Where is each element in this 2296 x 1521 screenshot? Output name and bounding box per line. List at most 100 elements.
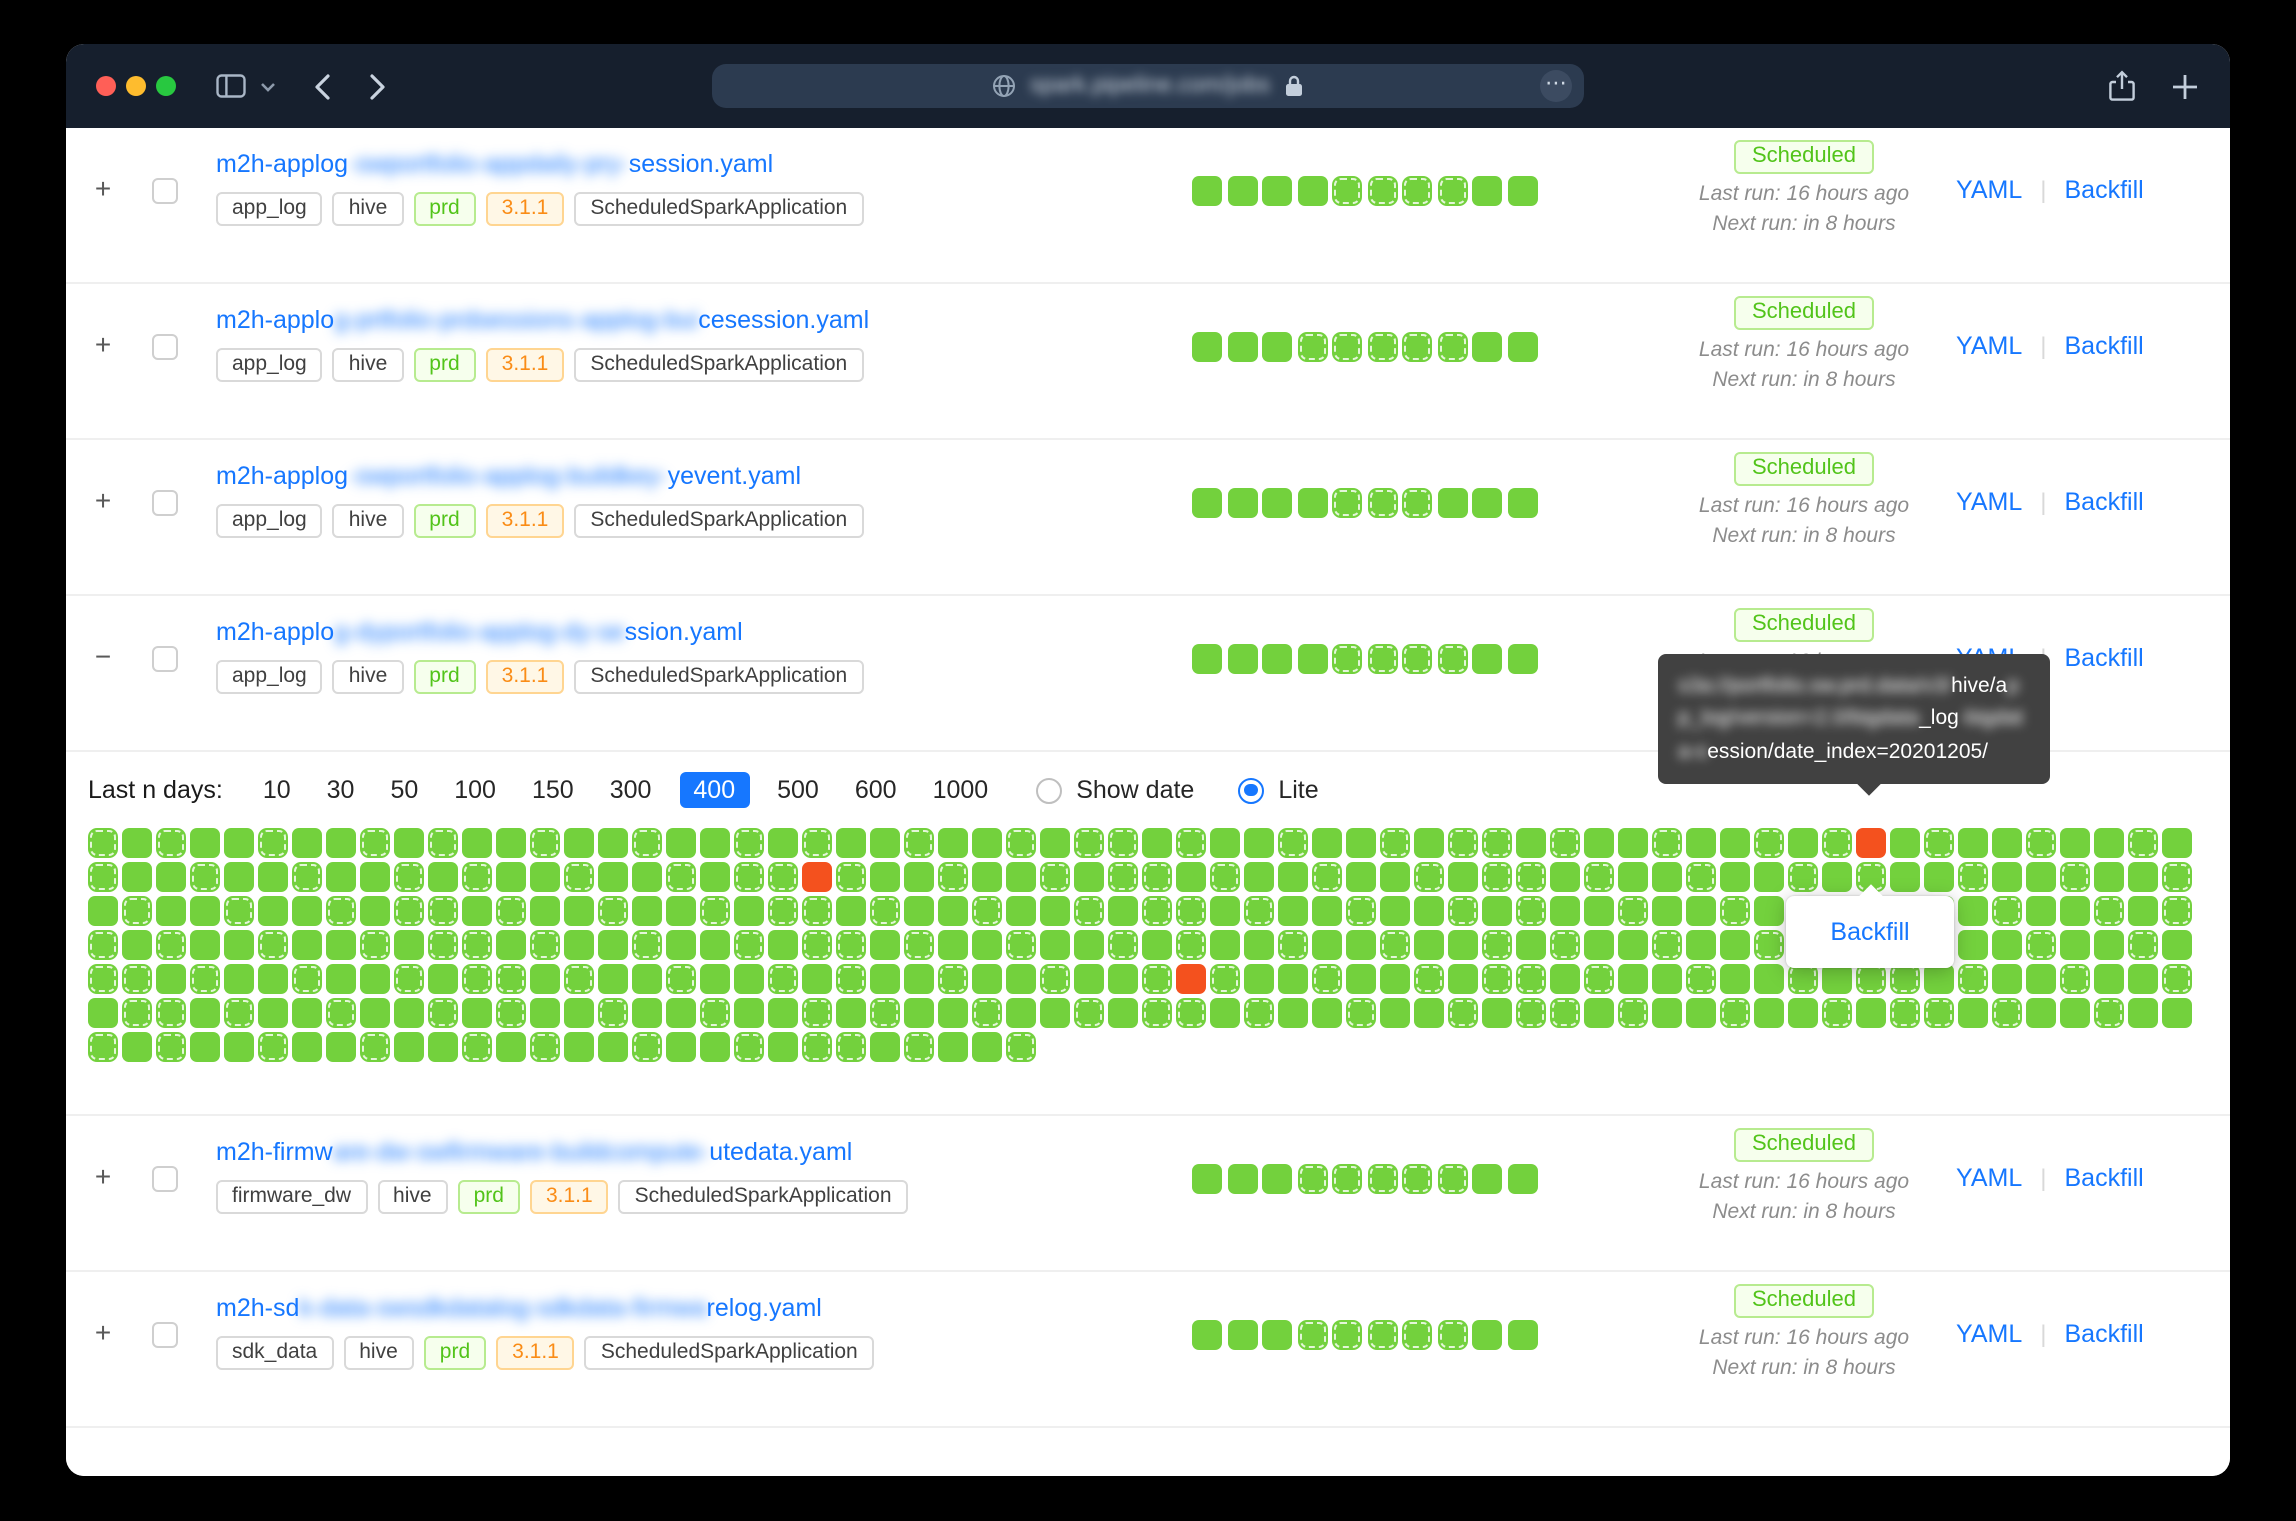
day-cell[interactable]	[2094, 862, 2124, 892]
day-cell[interactable]	[1312, 896, 1342, 926]
day-cell[interactable]	[530, 964, 560, 994]
day-cell[interactable]	[666, 862, 696, 892]
days-option-400[interactable]: 400	[679, 772, 749, 808]
day-cell[interactable]	[1244, 896, 1274, 926]
day-cell[interactable]	[1380, 896, 1410, 926]
status-square[interactable]	[1192, 488, 1222, 518]
day-cell[interactable]	[258, 862, 288, 892]
day-cell[interactable]	[1346, 896, 1376, 926]
day-cell[interactable]	[360, 828, 390, 858]
day-cell[interactable]	[1822, 998, 1852, 1028]
day-cell[interactable]	[1720, 862, 1750, 892]
status-square[interactable]	[1367, 176, 1397, 206]
day-cell[interactable]	[360, 896, 390, 926]
day-cell[interactable]	[88, 930, 118, 960]
day-cell[interactable]	[1958, 930, 1988, 960]
day-cell[interactable]	[1924, 964, 1954, 994]
day-cell[interactable]	[1618, 896, 1648, 926]
day-cell[interactable]	[394, 862, 424, 892]
day-cell[interactable]	[190, 862, 220, 892]
day-cell[interactable]	[2162, 862, 2192, 892]
day-cell[interactable]	[836, 896, 866, 926]
day-cell[interactable]	[292, 964, 322, 994]
day-cell[interactable]	[870, 862, 900, 892]
day-cell[interactable]	[870, 998, 900, 1028]
day-cell[interactable]	[836, 1032, 866, 1062]
day-cell[interactable]	[1006, 998, 1036, 1028]
day-cell[interactable]	[1584, 930, 1614, 960]
day-cell[interactable]	[224, 862, 254, 892]
day-cell[interactable]	[1312, 930, 1342, 960]
day-cell[interactable]	[1652, 828, 1682, 858]
status-square[interactable]	[1227, 176, 1257, 206]
day-cell[interactable]	[700, 930, 730, 960]
day-cell[interactable]	[1992, 896, 2022, 926]
day-cell[interactable]	[156, 828, 186, 858]
day-cell[interactable]	[1958, 896, 1988, 926]
day-cell[interactable]	[326, 930, 356, 960]
day-cell[interactable]	[700, 1032, 730, 1062]
day-cell[interactable]	[1720, 998, 1750, 1028]
days-option-1000[interactable]: 1000	[925, 772, 997, 808]
day-cell[interactable]	[870, 964, 900, 994]
day-cell[interactable]	[564, 964, 594, 994]
day-cell[interactable]	[632, 998, 662, 1028]
day-cell[interactable]	[938, 964, 968, 994]
day-cell[interactable]	[1380, 998, 1410, 1028]
chevron-down-icon[interactable]	[260, 82, 276, 92]
day-cell[interactable]	[836, 930, 866, 960]
day-cell[interactable]	[1652, 998, 1682, 1028]
day-cell[interactable]	[258, 930, 288, 960]
status-square[interactable]	[1192, 176, 1222, 206]
day-cell[interactable]	[1448, 998, 1478, 1028]
day-cell[interactable]	[1890, 998, 1920, 1028]
day-cell[interactable]	[1312, 862, 1342, 892]
day-cell[interactable]	[2162, 828, 2192, 858]
day-cell[interactable]	[1176, 862, 1206, 892]
day-cell[interactable]	[156, 862, 186, 892]
day-cell[interactable]	[1210, 862, 1240, 892]
day-cell[interactable]	[2060, 862, 2090, 892]
day-cell[interactable]	[1006, 930, 1036, 960]
row-checkbox[interactable]	[152, 646, 178, 672]
day-cell[interactable]	[1686, 862, 1716, 892]
days-option-30[interactable]: 30	[319, 772, 363, 808]
status-square[interactable]	[1402, 488, 1432, 518]
day-cell[interactable]	[122, 896, 152, 926]
days-option-10[interactable]: 10	[255, 772, 299, 808]
day-cell[interactable]	[1414, 998, 1444, 1028]
day-cell[interactable]	[292, 828, 322, 858]
day-cell[interactable]	[1754, 964, 1784, 994]
row-checkbox[interactable]	[152, 490, 178, 516]
status-square[interactable]	[1262, 1164, 1292, 1194]
row-expander-button[interactable]: +	[88, 330, 118, 360]
day-cell[interactable]	[258, 828, 288, 858]
day-cell[interactable]	[1992, 930, 2022, 960]
day-cell[interactable]	[1788, 862, 1818, 892]
day-cell[interactable]	[1754, 828, 1784, 858]
day-cell[interactable]	[1414, 964, 1444, 994]
status-square[interactable]	[1332, 488, 1362, 518]
status-square[interactable]	[1297, 488, 1327, 518]
day-cell[interactable]	[88, 828, 118, 858]
day-cell[interactable]	[2094, 964, 2124, 994]
day-cell[interactable]	[530, 930, 560, 960]
day-cell[interactable]	[1448, 828, 1478, 858]
day-cell[interactable]	[360, 930, 390, 960]
file-link[interactable]: m2h-applog-prtfolio-prdsessions-applog-b…	[216, 304, 869, 336]
row-expander-button[interactable]: +	[88, 1318, 118, 1348]
row-checkbox[interactable]	[152, 334, 178, 360]
status-square[interactable]	[1402, 1320, 1432, 1350]
day-cell[interactable]	[496, 964, 526, 994]
status-square[interactable]	[1437, 176, 1467, 206]
day-cell[interactable]	[292, 862, 322, 892]
day-cell[interactable]	[1686, 828, 1716, 858]
status-square[interactable]	[1227, 332, 1257, 362]
day-cell[interactable]	[802, 1032, 832, 1062]
day-cell[interactable]	[1482, 930, 1512, 960]
day-cell[interactable]	[1346, 964, 1376, 994]
day-cell[interactable]	[972, 1032, 1002, 1062]
status-square[interactable]	[1507, 176, 1537, 206]
day-cell[interactable]	[768, 1032, 798, 1062]
close-window-button[interactable]	[96, 76, 116, 96]
